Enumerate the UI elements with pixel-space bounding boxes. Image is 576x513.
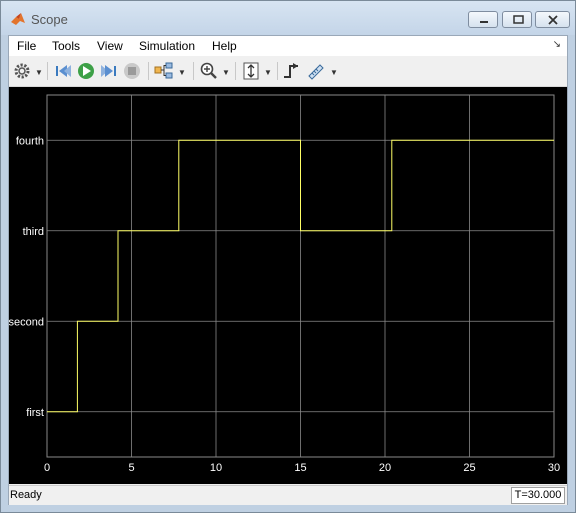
x-tick-label: 0	[44, 462, 50, 474]
close-icon	[548, 15, 558, 25]
y-tick-label: first	[26, 407, 44, 419]
scope-client-area: File Tools View Simulation Help ↘ ▼ ▼ ▼ …	[8, 35, 568, 505]
menu-file[interactable]: File	[17, 39, 36, 53]
y-tick-labels: first second third fourth	[9, 135, 44, 419]
measurements-button[interactable]	[306, 61, 326, 81]
simulation-time: T=30.000	[511, 487, 565, 504]
matlab-logo-icon	[11, 13, 25, 25]
stop-icon	[124, 63, 140, 79]
minimize-icon	[480, 21, 488, 23]
x-tick-label: 10	[210, 462, 222, 474]
x-tick-label: 30	[548, 462, 560, 474]
settings-dropdown-icon[interactable]: ▼	[35, 68, 43, 77]
measurements-icon	[308, 64, 324, 80]
x-tick-label: 25	[463, 462, 475, 474]
toolbar-separator	[277, 62, 278, 80]
step-forward-button[interactable]	[99, 61, 119, 81]
plot-area: first second third fourth 0 5 10 15 20 25 30	[9, 87, 567, 484]
triggers-button[interactable]	[282, 61, 302, 81]
restore-icon	[513, 15, 524, 24]
window-title: Scope	[31, 12, 68, 27]
zoom-in-button[interactable]	[199, 61, 219, 81]
menu-view[interactable]: View	[97, 39, 123, 53]
minimize-button[interactable]	[468, 11, 498, 28]
scale-dropdown-icon[interactable]: ▼	[264, 68, 272, 77]
x-tick-labels: 0 5 10 15 20 25 30	[44, 462, 560, 474]
y-tick-label: second	[9, 316, 44, 328]
y-tick-label: third	[23, 226, 44, 238]
scale-axes-icon	[243, 62, 259, 80]
step-back-icon	[56, 65, 71, 77]
x-tick-label: 15	[294, 462, 306, 474]
triggers-icon	[284, 63, 298, 78]
x-tick-label: 20	[379, 462, 391, 474]
zoom-in-icon	[200, 62, 217, 79]
settings-button[interactable]	[12, 61, 32, 81]
scale-axes-button[interactable]	[241, 61, 261, 81]
x-tick-label: 5	[128, 462, 134, 474]
settings-icon	[14, 63, 30, 79]
toolbar-separator	[235, 62, 236, 80]
toolbar: ▼ ▼ ▼ ▼ ▼	[9, 56, 567, 87]
undock-arrow-icon[interactable]: ↘	[553, 39, 561, 50]
highlight-signal-icon	[154, 62, 173, 79]
measurements-dropdown-icon[interactable]: ▼	[330, 68, 338, 77]
y-tick-label: fourth	[16, 135, 44, 147]
highlight-signal-button[interactable]	[154, 61, 174, 81]
menu-simulation[interactable]: Simulation	[139, 39, 195, 53]
status-text: Ready	[10, 489, 42, 501]
scope-window: Scope File Tools View Simulation Help ↘	[0, 0, 576, 513]
run-icon	[78, 63, 94, 79]
toolbar-separator	[193, 62, 194, 80]
scope-display[interactable]: first second third fourth 0 5 10 15 20 25 30	[9, 87, 567, 484]
toolbar-separator	[148, 62, 149, 80]
menu-help[interactable]: Help	[212, 39, 237, 53]
maximize-button[interactable]	[502, 11, 532, 28]
menu-bar: File Tools View Simulation Help ↘	[9, 36, 567, 56]
title-bar[interactable]: Scope	[1, 1, 575, 35]
run-button[interactable]	[76, 61, 96, 81]
highlight-dropdown-icon[interactable]: ▼	[178, 68, 186, 77]
stop-button[interactable]	[122, 61, 142, 81]
step-forward-icon	[101, 65, 116, 77]
step-back-button[interactable]	[53, 61, 73, 81]
menu-tools[interactable]: Tools	[52, 39, 80, 53]
status-bar: Ready T=30.000	[9, 485, 567, 505]
toolbar-separator	[47, 62, 48, 80]
close-button[interactable]	[535, 11, 570, 28]
zoom-dropdown-icon[interactable]: ▼	[222, 68, 230, 77]
